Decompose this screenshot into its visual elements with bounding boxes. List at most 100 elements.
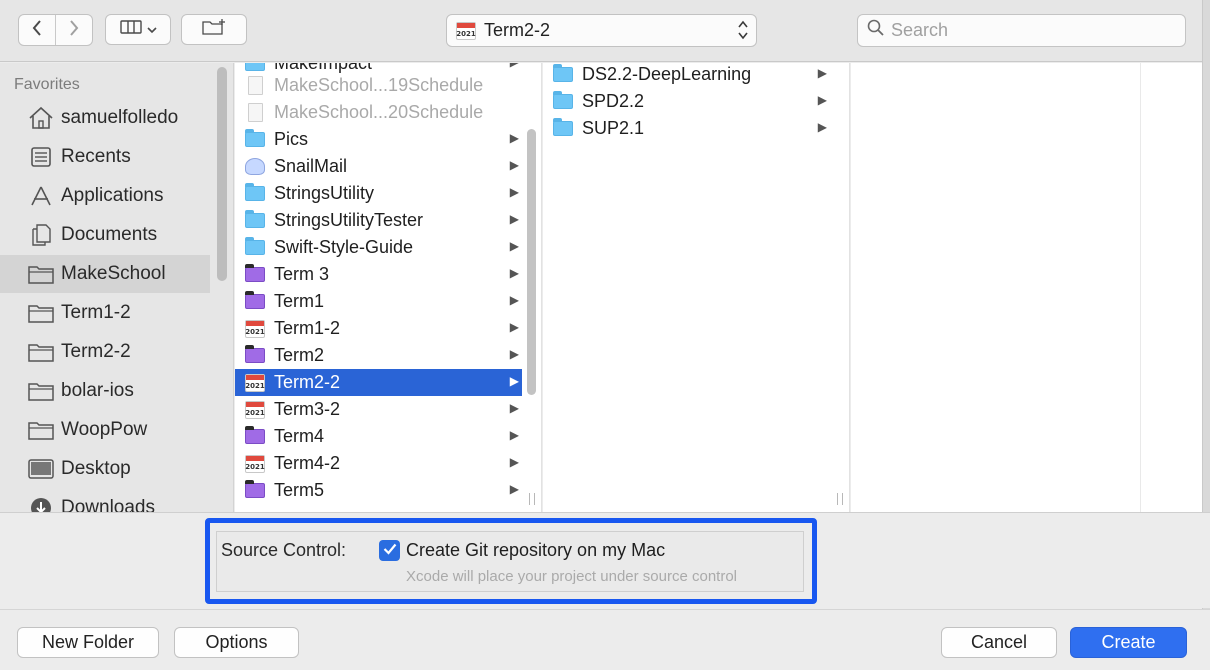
sidebar-item-label: MakeSchool [61, 263, 166, 284]
chevron-right-icon [69, 19, 79, 41]
sidebar-item-label: Term2-2 [61, 341, 131, 362]
column-scrollbar[interactable] [527, 129, 536, 395]
back-button[interactable] [19, 15, 56, 45]
list-item[interactable]: Term4 ▶ [235, 423, 522, 450]
downloads-icon [27, 496, 55, 512]
browser-column-makeschool: MakeImpact ▶ MakeSchool...19Schedule Mak… [235, 63, 542, 512]
sidebar-item-downloads[interactable]: Downloads [0, 489, 210, 512]
sidebar-item-label: samuelfolledo [61, 107, 179, 128]
list-item[interactable]: MakeSchool...19Schedule [235, 72, 522, 99]
list-item[interactable]: 2021 Term3-2 ▶ [235, 396, 522, 423]
folder-icon [27, 262, 55, 286]
sidebar-item-samuelfolledo[interactable]: samuelfolledo [0, 99, 210, 137]
list-item[interactable]: 2021 Term1-2 ▶ [235, 315, 522, 342]
sidebar-item-term1-2[interactable]: Term1-2 [0, 294, 210, 332]
location-popup[interactable]: 2021 Term2-2 [446, 14, 757, 47]
list-item[interactable]: Pics ▶ [235, 126, 522, 153]
chevron-right-icon: ▶ [509, 131, 519, 145]
column-resize-handle[interactable] [529, 493, 535, 505]
list-item[interactable]: Term2 ▶ [235, 342, 522, 369]
chevron-right-icon: ▶ [509, 401, 519, 415]
chevron-right-icon: ▶ [509, 239, 519, 253]
sidebar-section-favorites: Favorites [14, 76, 80, 93]
sidebar-scrollbar[interactable] [217, 67, 227, 281]
chevron-right-icon: ▶ [509, 212, 519, 226]
chevron-right-icon: ▶ [509, 374, 519, 388]
new-folder-button[interactable]: New Folder [17, 627, 159, 658]
list-item[interactable]: Term5 ▶ [235, 477, 522, 504]
browser-column-term2-2: DS2.2-DeepLearning ▶ SPD2.2 ▶ SUP2.1 ▶ [543, 63, 850, 512]
sidebar-item-label: Applications [61, 185, 164, 206]
navigation-buttons [18, 14, 93, 46]
folder-icon [27, 418, 55, 442]
calendar-folder-icon: 2021 [244, 319, 266, 339]
list-item[interactable]: MakeSchool...20Schedule [235, 99, 522, 126]
chevron-right-icon: ▶ [509, 185, 519, 199]
desktop-icon [27, 457, 55, 481]
create-button[interactable]: Create [1070, 627, 1187, 658]
calendar-folder-icon: 2021 [244, 454, 266, 474]
folder-icon [552, 118, 574, 139]
chevron-right-icon: ▶ [509, 320, 519, 334]
list-item[interactable]: Term1 ▶ [235, 288, 522, 315]
folder-icon [244, 129, 266, 150]
cancel-button[interactable]: Cancel [941, 627, 1057, 658]
toolbar: 2021 Term2-2 [0, 0, 1210, 62]
view-options-button[interactable] [105, 14, 171, 45]
sidebar-item-label: Documents [61, 224, 158, 245]
sidebar-item-recents[interactable]: Recents [0, 138, 210, 176]
sidebar-item-label: Downloads [61, 497, 155, 512]
list-item[interactable]: SPD2.2 ▶ [543, 88, 830, 115]
options-button[interactable]: Options [174, 627, 299, 658]
chevron-right-icon: ▶ [509, 293, 519, 307]
sidebar-item-label: Term1-2 [61, 302, 131, 323]
browser-column-empty [1141, 63, 1202, 512]
sidebar-item-makeschool[interactable]: MakeSchool [0, 255, 210, 293]
chevron-right-icon: ▶ [510, 63, 519, 69]
new-folder-toolbar-button[interactable] [181, 14, 247, 45]
list-item[interactable]: Swift-Style-Guide ▶ [235, 234, 522, 261]
sidebar-item-term2-2[interactable]: Term2-2 [0, 333, 210, 371]
search-input[interactable] [891, 20, 1171, 41]
list-item[interactable]: StringsUtilityTester ▶ [235, 207, 522, 234]
folder-icon [27, 379, 55, 403]
sidebar-item-label: bolar-ios [61, 380, 134, 401]
applications-icon [27, 184, 55, 208]
home-icon [27, 106, 55, 130]
chevron-right-icon: ▶ [509, 482, 519, 496]
folder-icon [27, 301, 55, 325]
sidebar-item-label: Desktop [61, 458, 131, 479]
snail-folder-icon [244, 157, 266, 177]
sidebar-item-label: Recents [61, 146, 131, 167]
forward-button[interactable] [56, 15, 92, 45]
folder-icon [244, 237, 266, 258]
search-field[interactable] [857, 14, 1186, 47]
sidebar-item-bolar-ios[interactable]: bolar-ios [0, 372, 210, 410]
folder-icon [552, 64, 574, 85]
sidebar-item-applications[interactable]: Applications [0, 177, 210, 215]
chevron-right-icon: ▶ [817, 66, 827, 80]
chevron-left-icon [32, 19, 42, 41]
list-item[interactable]: 2021 Term4-2 ▶ [235, 450, 522, 477]
document-icon [244, 103, 266, 123]
sidebar-item-documents[interactable]: Documents [0, 216, 210, 254]
column-view-icon [119, 20, 142, 39]
column-resize-handle[interactable] [837, 493, 843, 505]
list-item[interactable]: SUP2.1 ▶ [543, 115, 830, 142]
list-item[interactable]: StringsUtility ▶ [235, 180, 522, 207]
list-item[interactable]: Term 3 ▶ [235, 261, 522, 288]
recents-icon [27, 145, 55, 169]
chevron-down-icon [146, 21, 157, 39]
list-item[interactable]: SnailMail ▶ [235, 153, 522, 180]
folder-icon [244, 210, 266, 231]
sidebar-item-wooppow[interactable]: WoopPow [0, 411, 210, 449]
folder-icon [552, 91, 574, 112]
list-item[interactable]: DS2.2-DeepLearning ▶ [543, 63, 830, 88]
folder-icon [27, 340, 55, 364]
calendar-folder-icon: 2021 [244, 373, 266, 393]
location-popup-value: Term2-2 [484, 20, 551, 40]
chevron-right-icon: ▶ [509, 455, 519, 469]
search-icon [867, 19, 885, 42]
list-item-selected[interactable]: 2021 Term2-2 ▶ [235, 369, 522, 396]
sidebar-item-desktop[interactable]: Desktop [0, 450, 210, 488]
